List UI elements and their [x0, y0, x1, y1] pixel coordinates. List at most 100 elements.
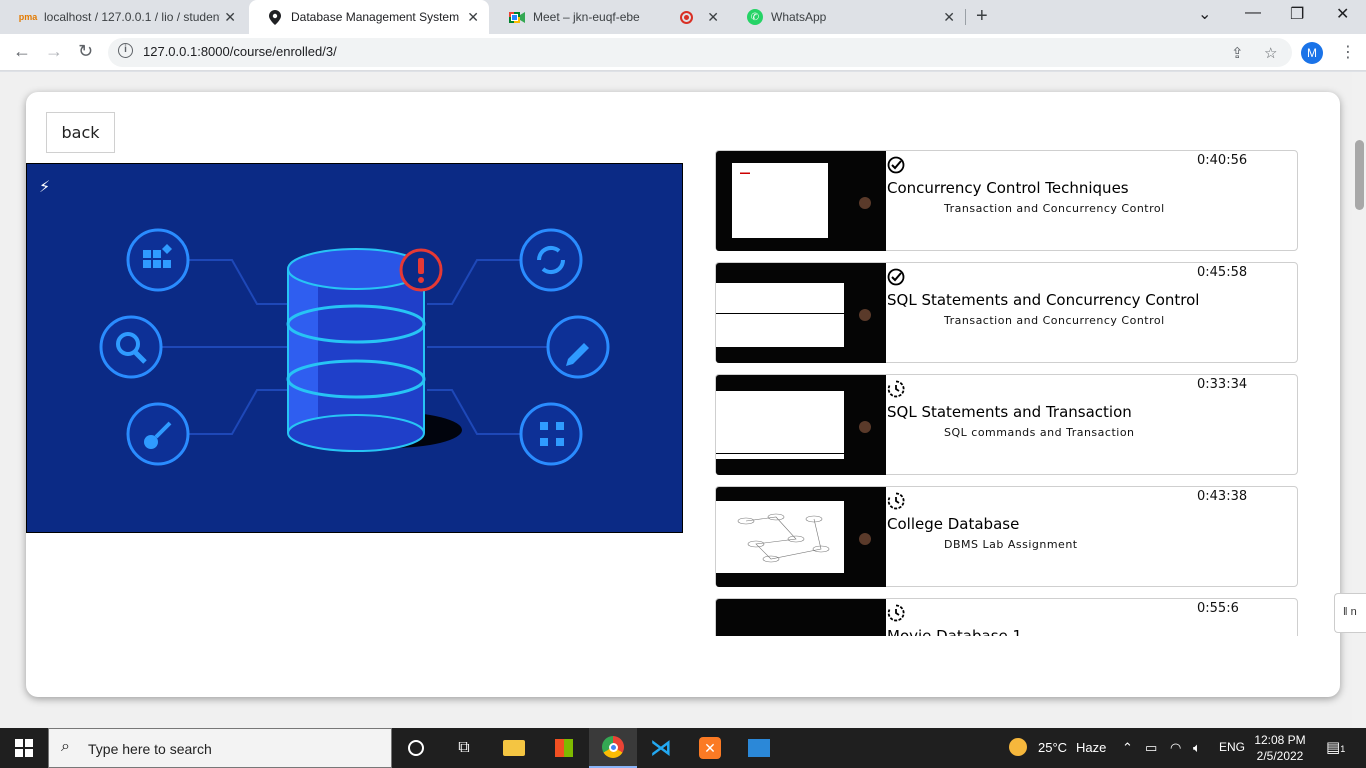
course-card: back ⚡ ▬▬ 0:40:56 Concurrency Control Te…	[26, 92, 1340, 697]
reload-icon[interactable]: ↻	[78, 41, 93, 62]
scrollbar-thumb[interactable]	[1355, 140, 1364, 210]
recording-icon	[680, 11, 693, 24]
menu-kebab-icon[interactable]: ⋮	[1340, 42, 1356, 62]
back-arrow-icon[interactable]: ←	[13, 41, 31, 62]
system-clock[interactable]: 12:08 PM 2/5/2022	[1248, 732, 1312, 764]
battery-icon[interactable]: ▭	[1145, 740, 1157, 756]
close-window-button[interactable]: ✕	[1336, 4, 1349, 24]
site-info-icon[interactable]: i	[118, 43, 133, 58]
tab-database-management-system[interactable]: Database Management System ✕	[249, 0, 489, 34]
video-duration: 0:33:34	[1197, 377, 1248, 392]
completed-check-icon	[887, 268, 905, 286]
bookmark-star-icon[interactable]: ☆	[1264, 44, 1277, 62]
cortana-icon[interactable]	[392, 728, 440, 768]
tab-title: Meet – jkn-euqf-ebe	[533, 10, 640, 24]
video-subtitle: SQL commands and Transaction	[944, 426, 1135, 439]
map-pin-icon	[267, 9, 283, 25]
video-subtitle: Transaction and Concurrency Control	[944, 314, 1165, 327]
search-placeholder: Type here to search	[88, 741, 212, 757]
video-duration: 0:40:56	[1197, 153, 1248, 168]
xampp-icon[interactable]: ✕	[686, 728, 734, 768]
in-progress-clock-icon	[887, 380, 905, 398]
weather-temp[interactable]: 25°C	[1038, 740, 1067, 755]
show-hidden-icons-icon[interactable]: ⌃	[1122, 740, 1133, 756]
video-list-item[interactable]: 0:55:6 Movie Database 1	[715, 598, 1298, 636]
video-duration: 0:43:38	[1197, 489, 1248, 504]
tab-title: localhost / 127.0.0.1 / lio / student	[44, 10, 220, 24]
notification-count: 1	[1340, 744, 1346, 754]
video-duration: 0:55:6	[1197, 601, 1239, 616]
video-thumbnail: ▬▬	[716, 151, 886, 251]
completed-check-icon	[887, 156, 905, 174]
taskbar-search[interactable]: ⌕ Type here to search	[48, 728, 392, 768]
tab-meet[interactable]: Meet – jkn-euqf-ebe ✕	[491, 0, 729, 34]
video-title[interactable]: College Database	[887, 515, 1019, 533]
notification-center-icon[interactable]: ▤1	[1326, 738, 1345, 756]
vscode-icon[interactable]: ⋊	[637, 728, 685, 768]
video-thumbnail	[716, 375, 886, 475]
video-subtitle: Transaction and Concurrency Control	[944, 202, 1165, 215]
microsoft-store-icon[interactable]	[540, 728, 588, 768]
wifi-icon[interactable]: ◠	[1170, 740, 1181, 756]
clock-time: 12:08 PM	[1254, 733, 1306, 747]
windows-logo-icon	[15, 739, 33, 757]
tab-divider	[965, 9, 966, 25]
video-list-item[interactable]: ▬▬ 0:40:56 Concurrency Control Technique…	[715, 150, 1298, 251]
close-tab-icon[interactable]: ✕	[224, 9, 236, 26]
phpmyadmin-icon: pma	[18, 12, 38, 22]
windows-taskbar: ⌕ Type here to search ⧉ ⋊ ✕ 25°C Haze ⌃ …	[0, 728, 1366, 768]
video-title[interactable]: Movie Database 1	[887, 627, 1022, 636]
video-list-item[interactable]: 0:45:58 SQL Statements and Concurrency C…	[715, 262, 1298, 363]
search-icon: ⌕	[61, 738, 70, 755]
volume-muted-icon[interactable]: 🔈︎	[1193, 740, 1201, 756]
google-meet-icon	[509, 9, 525, 25]
address-bar[interactable]: i 127.0.0.1:8000/course/enrolled/3/ ⇪ ☆	[108, 38, 1292, 67]
video-duration: 0:45:58	[1197, 265, 1248, 280]
tab-phpmyadmin[interactable]: pma localhost / 127.0.0.1 / lio / studen…	[2, 0, 246, 34]
browser-toolbar: ← → ↻ i 127.0.0.1:8000/course/enrolled/3…	[0, 34, 1366, 71]
video-player[interactable]: ⚡	[26, 163, 683, 533]
tab-whatsapp[interactable]: ✆ WhatsApp ✕	[729, 0, 965, 34]
share-icon[interactable]: ⇪	[1231, 44, 1244, 62]
restore-button[interactable]: ❐	[1290, 4, 1304, 24]
weather-desc[interactable]: Haze	[1076, 740, 1106, 755]
tab-title: Database Management System	[291, 10, 460, 24]
url-text[interactable]: 127.0.0.1:8000/course/enrolled/3/	[143, 44, 337, 59]
page-viewport: back ⚡ ▬▬ 0:40:56 Concurrency Control Te…	[0, 72, 1366, 728]
video-title[interactable]: SQL Statements and Transaction	[887, 403, 1132, 421]
close-tab-icon[interactable]: ✕	[707, 9, 719, 26]
video-title[interactable]: Concurrency Control Techniques	[887, 179, 1129, 197]
close-tab-icon[interactable]: ✕	[467, 9, 479, 26]
minimize-button[interactable]: —	[1245, 4, 1261, 22]
windows-start-button[interactable]	[0, 728, 48, 768]
file-explorer-icon[interactable]	[490, 728, 538, 768]
chrome-icon[interactable]	[589, 728, 637, 768]
tab-title: WhatsApp	[771, 10, 827, 24]
tab-strip: pma localhost / 127.0.0.1 / lio / studen…	[0, 0, 1366, 34]
video-subtitle: DBMS Lab Assignment	[944, 538, 1078, 551]
back-button[interactable]: back	[46, 112, 115, 153]
new-tab-button[interactable]: +	[976, 5, 988, 28]
video-title[interactable]: SQL Statements and Concurrency Control	[887, 291, 1199, 309]
database-illustration: ⚡	[27, 164, 682, 532]
in-progress-clock-icon	[887, 492, 905, 510]
svg-text:⚡: ⚡	[39, 177, 50, 196]
forward-arrow-icon[interactable]: →	[45, 41, 63, 62]
close-tab-icon[interactable]: ✕	[943, 9, 955, 26]
video-thumbnail	[716, 487, 886, 587]
clock-date: 2/5/2022	[1256, 749, 1304, 763]
video-thumbnail	[716, 599, 886, 636]
video-list: ▬▬ 0:40:56 Concurrency Control Technique…	[715, 150, 1299, 636]
whatsapp-icon: ✆	[747, 9, 763, 25]
photos-icon[interactable]	[735, 728, 783, 768]
video-list-item[interactable]: 0:33:34 SQL Statements and Transaction S…	[715, 374, 1298, 475]
task-view-icon[interactable]: ⧉	[440, 728, 488, 768]
side-panel-handle[interactable]: ‖ n	[1334, 593, 1366, 633]
weather-icon[interactable]	[1009, 738, 1027, 759]
video-thumbnail	[716, 263, 886, 363]
tab-search-icon[interactable]: ⌄	[1198, 4, 1211, 24]
profile-avatar[interactable]: M	[1301, 42, 1323, 64]
video-list-item[interactable]: 0:43:38 College Database DBMS Lab Assign…	[715, 486, 1298, 587]
language-indicator[interactable]: ENG	[1219, 740, 1245, 754]
in-progress-clock-icon	[887, 604, 905, 622]
